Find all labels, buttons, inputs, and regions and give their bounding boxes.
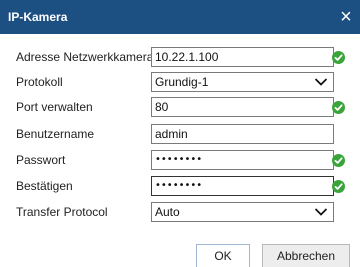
ok-button[interactable]: OK <box>196 244 250 267</box>
cancel-button[interactable]: Abbrechen <box>262 244 350 267</box>
password-input[interactable] <box>151 150 334 170</box>
protocol-label: Protokoll <box>16 75 63 89</box>
dialog-title: IP-Kamera <box>8 10 68 24</box>
chevron-down-icon <box>314 78 328 86</box>
port-label: Port verwalten <box>16 100 93 114</box>
protocol-select[interactable]: Grundig-1 <box>151 72 334 92</box>
chevron-down-icon <box>314 208 328 216</box>
confirm-label: Bestätigen <box>16 179 73 193</box>
protocol-value: Grundig-1 <box>155 75 209 89</box>
row-address: Adresse Netzwerkkamera <box>0 47 360 67</box>
transfer-label: Transfer Protocol <box>16 205 108 219</box>
transfer-protocol-select[interactable]: Auto <box>151 202 334 222</box>
port-input[interactable] <box>151 97 334 117</box>
check-circle-icon <box>332 51 345 64</box>
row-password: Passwort <box>0 150 360 170</box>
row-port: Port verwalten <box>0 97 360 117</box>
username-input[interactable] <box>151 124 334 144</box>
ip-camera-dialog: IP-Kamera × Adresse Netzwerkkamera Proto… <box>0 0 360 267</box>
check-circle-icon <box>332 101 345 114</box>
row-transfer: Transfer Protocol Auto <box>0 202 360 222</box>
transfer-value: Auto <box>155 205 180 219</box>
address-input[interactable] <box>151 47 334 67</box>
password-label: Passwort <box>16 153 66 167</box>
dialog-titlebar: IP-Kamera × <box>0 0 360 34</box>
close-icon[interactable]: × <box>332 4 360 30</box>
row-username: Benutzername <box>0 124 360 144</box>
confirm-password-input[interactable] <box>151 176 334 196</box>
check-circle-icon <box>332 154 345 167</box>
username-label: Benutzername <box>16 127 95 141</box>
check-circle-icon <box>332 180 345 193</box>
row-confirm: Bestätigen <box>0 176 360 196</box>
row-protocol: Protokoll Grundig-1 <box>0 72 360 92</box>
address-label: Adresse Netzwerkkamera <box>16 50 154 64</box>
